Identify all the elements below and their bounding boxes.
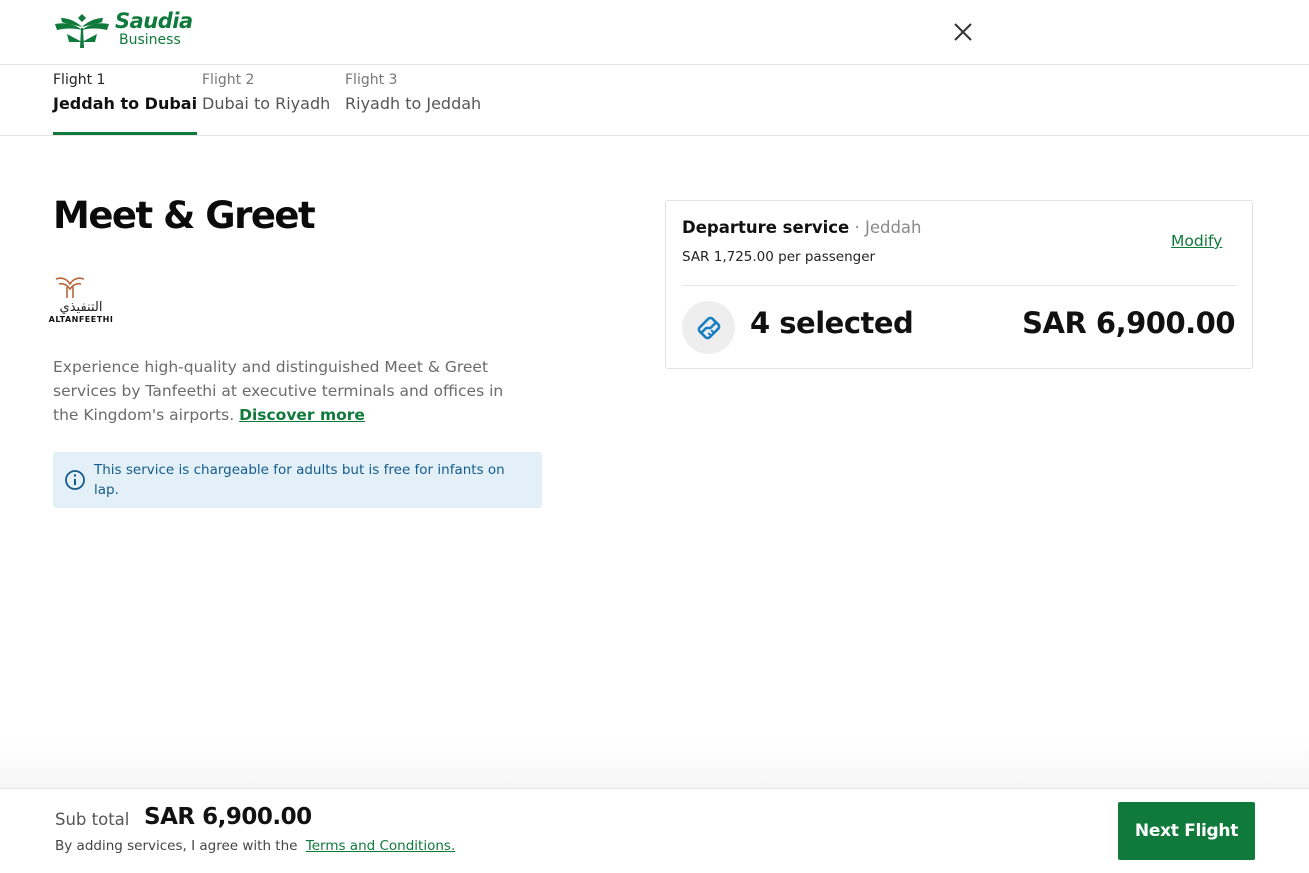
next-flight-button[interactable]: Next Flight xyxy=(1118,802,1255,860)
logo-wordmark: Saudia xyxy=(115,9,193,33)
footer-shadow xyxy=(0,740,1309,788)
footer-bar: Sub total SAR 6,900.00 By adding service… xyxy=(0,788,1309,873)
partner-logo: التنفيذي ALTANFEETHI xyxy=(49,275,123,324)
tab-flight-label: Flight 1 xyxy=(53,72,106,88)
terms-prefix: By adding services, I agree with the xyxy=(55,838,298,854)
terms-notice: By adding services, I agree with the Ter… xyxy=(55,838,455,854)
tab-flight-route: Riyadh to Jeddah xyxy=(345,94,482,113)
info-icon xyxy=(65,470,85,490)
header: Saudia Business xyxy=(0,0,1309,65)
tab-flight-2[interactable]: Flight 2 Dubai to Riyadh xyxy=(202,65,330,136)
selected-count: 4 selected xyxy=(750,306,914,340)
service-description: Experience high-quality and distinguishe… xyxy=(53,355,533,427)
tab-flight-route: Jeddah to Dubai xyxy=(53,94,198,113)
service-title: Departure service · Jeddah xyxy=(682,218,922,237)
partner-name-arabic: التنفيذي xyxy=(59,300,103,315)
service-icon-badge xyxy=(682,301,735,354)
saudia-palm-icon xyxy=(55,14,109,48)
title-separator: · xyxy=(849,218,865,237)
modify-link[interactable]: Modify xyxy=(1171,232,1222,250)
altanfeethi-emblem-icon xyxy=(55,277,85,298)
terms-link[interactable]: Terms and Conditions. xyxy=(306,838,455,854)
handshake-icon xyxy=(697,316,720,339)
logo-subtitle: Business xyxy=(119,32,181,48)
service-type: Departure service xyxy=(682,218,850,237)
close-icon xyxy=(954,23,972,41)
page-title: Meet & Greet xyxy=(53,194,316,237)
discover-more-link[interactable]: Discover more xyxy=(239,406,365,424)
card-total-price: SAR 6,900.00 xyxy=(1022,306,1235,340)
flight-tabs: Flight 1 Jeddah to Dubai Flight 2 Dubai … xyxy=(0,65,1309,136)
close-button[interactable] xyxy=(950,19,976,45)
tab-flight-label: Flight 3 xyxy=(345,72,398,88)
price-per-passenger: SAR 1,725.00 per passenger xyxy=(682,249,876,265)
tab-flight-route: Dubai to Riyadh xyxy=(202,94,331,113)
divider xyxy=(682,285,1237,286)
info-text: This service is chargeable for adults bu… xyxy=(94,462,505,498)
subtotal-label: Sub total xyxy=(55,810,130,829)
partner-name-english: ALTANFEETHI xyxy=(48,315,114,324)
tab-flight-3[interactable]: Flight 3 Riyadh to Jeddah xyxy=(345,65,481,136)
info-banner: This service is chargeable for adults bu… xyxy=(53,452,542,508)
tab-flight-label: Flight 2 xyxy=(202,72,255,88)
saudia-business-logo[interactable]: Saudia Business xyxy=(53,8,193,50)
subtotal-value: SAR 6,900.00 xyxy=(144,804,312,830)
service-location: Jeddah xyxy=(864,218,922,237)
tab-flight-1[interactable]: Flight 1 Jeddah to Dubai xyxy=(53,65,198,135)
service-summary-card: Departure service · Jeddah SAR 1,725.00 … xyxy=(665,200,1253,369)
